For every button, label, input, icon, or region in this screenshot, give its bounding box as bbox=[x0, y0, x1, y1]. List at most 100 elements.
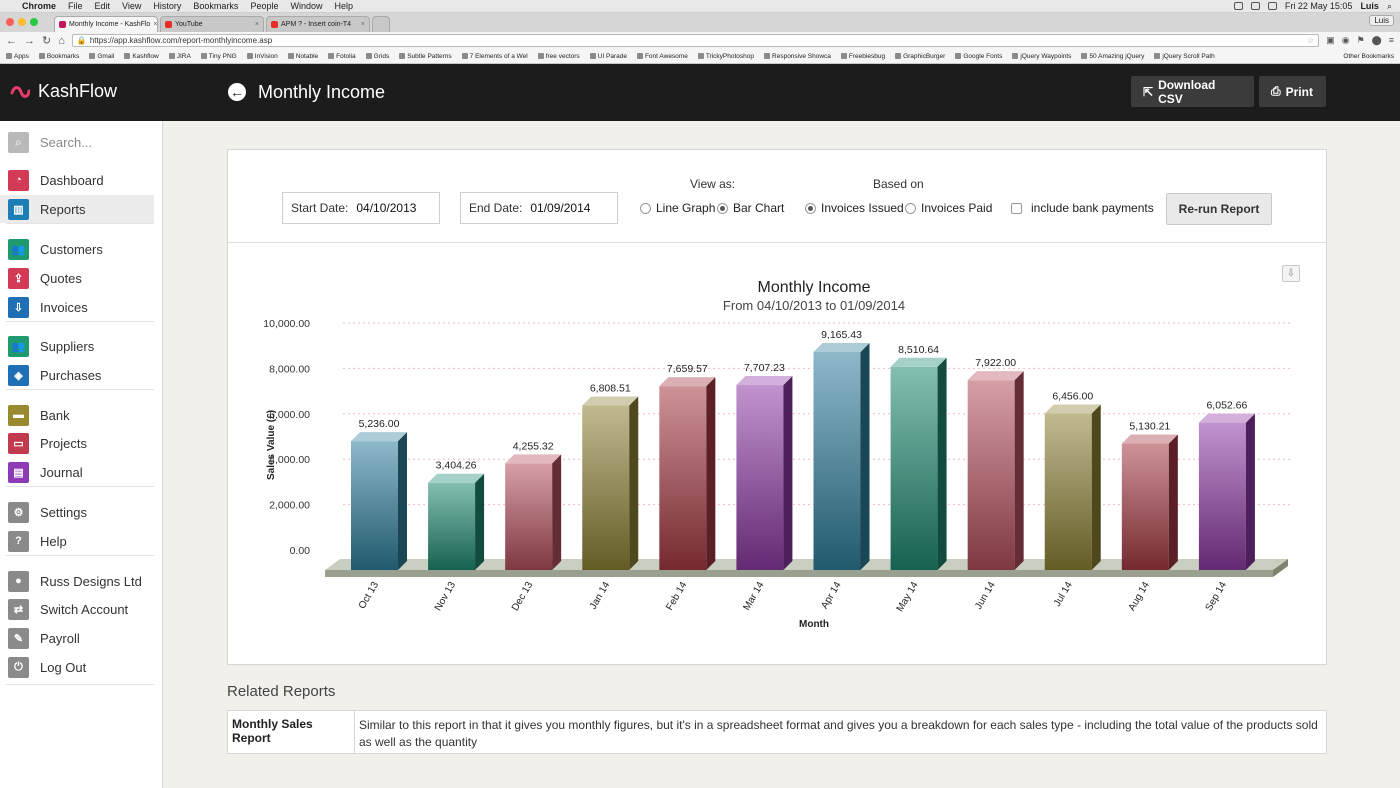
sidebar-search[interactable]: ⌕ Search... bbox=[8, 130, 154, 154]
invoices-paid-option[interactable]: Invoices Paid bbox=[905, 201, 992, 215]
bookmark-item[interactable]: InVision bbox=[246, 53, 278, 60]
extension-icon[interactable]: ⚑ bbox=[1357, 35, 1365, 46]
sidebar-item-bank[interactable]: ▬ Bank bbox=[0, 401, 154, 429]
bookmark-item[interactable]: Freebiesbug bbox=[840, 53, 885, 60]
bookmark-item[interactable]: 50 Amazing jQuery bbox=[1081, 53, 1144, 60]
address-bar[interactable]: 🔒 https://app.kashflow.com/report-monthl… bbox=[71, 34, 1320, 47]
sidebar-item-help[interactable]: ? Help bbox=[0, 527, 154, 555]
bookmark-item[interactable]: Grids bbox=[365, 53, 389, 60]
start-date-input[interactable] bbox=[356, 201, 435, 215]
sidebar-item-invoices[interactable]: ⇩ Invoices bbox=[0, 293, 154, 321]
bookmark-item[interactable]: Notable bbox=[287, 53, 318, 60]
reload-icon[interactable]: ↻ bbox=[42, 34, 51, 47]
sidebar-item-settings[interactable]: ⚙ Settings bbox=[0, 498, 154, 526]
bookmark-item[interactable]: Font Awesome bbox=[636, 53, 688, 60]
line-graph-radio[interactable] bbox=[640, 202, 651, 214]
os-menu-bookmarks[interactable]: Bookmarks bbox=[193, 1, 238, 11]
bank-payments-option[interactable]: include bank payments bbox=[1011, 201, 1154, 215]
browser-tab[interactable]: APM ? - Insert coin-T4 × bbox=[266, 16, 370, 32]
os-menu-history[interactable]: History bbox=[153, 1, 181, 11]
sidebar-item-customers[interactable]: 👥 Customers bbox=[0, 235, 154, 263]
start-date-field[interactable]: Start Date: bbox=[282, 192, 440, 224]
bar-front[interactable] bbox=[736, 385, 784, 570]
spotlight-icon[interactable]: ⌕ bbox=[1387, 1, 1392, 12]
back-arrow-icon[interactable]: ← bbox=[228, 83, 246, 101]
bookmark-item[interactable]: Apps bbox=[6, 53, 29, 60]
bar-chart-radio[interactable] bbox=[717, 202, 728, 214]
bar-front[interactable] bbox=[967, 380, 1015, 570]
bar-front[interactable] bbox=[505, 463, 553, 570]
end-date-input[interactable] bbox=[530, 201, 609, 215]
os-menu-app[interactable]: Chrome bbox=[22, 1, 56, 11]
search-input[interactable]: Search... bbox=[40, 135, 92, 150]
bank-payments-checkbox[interactable] bbox=[1011, 202, 1022, 214]
bar-front[interactable] bbox=[1044, 413, 1092, 570]
back-arrow-icon[interactable]: ← bbox=[6, 35, 17, 47]
bookmark-item[interactable]: Fotolia bbox=[328, 53, 356, 60]
extension-icon[interactable]: ▣ bbox=[1326, 35, 1335, 46]
bar-front[interactable] bbox=[1121, 443, 1169, 570]
print-button[interactable]: ⎙ Print bbox=[1259, 76, 1326, 107]
os-menu-people[interactable]: People bbox=[250, 1, 278, 11]
end-date-field[interactable]: End Date: bbox=[460, 192, 618, 224]
bar-front[interactable] bbox=[351, 441, 398, 570]
clock[interactable]: Fri 22 May 15:05 bbox=[1285, 1, 1353, 11]
sidebar-item-dashboard[interactable]: ◔ Dashboard bbox=[0, 166, 154, 194]
invoices-issued-radio[interactable] bbox=[805, 202, 816, 214]
bookmark-item[interactable]: JIRA bbox=[168, 53, 191, 60]
bookmark-item[interactable]: jQuery Waypoints bbox=[1012, 53, 1071, 60]
sidebar-item-russ-designs-ltd[interactable]: ● Russ Designs Ltd bbox=[0, 567, 154, 595]
bookmark-item[interactable]: Google Fonts bbox=[955, 53, 1002, 60]
line-graph-option[interactable]: Line Graph bbox=[640, 201, 715, 215]
bookmark-item[interactable]: Bookmarks bbox=[38, 53, 79, 60]
browser-tab[interactable]: Monthly Income - KashFlo × bbox=[54, 16, 158, 32]
sidebar-item-quotes[interactable]: ⇪ Quotes bbox=[0, 264, 154, 292]
extension-icon[interactable]: ⬤ bbox=[1372, 35, 1382, 46]
os-menu-view[interactable]: View bbox=[122, 1, 141, 11]
bookmark-item[interactable]: UI Parade bbox=[589, 53, 627, 60]
sidebar-item-reports[interactable]: ▥ Reports bbox=[0, 195, 154, 223]
home-icon[interactable]: ⌂ bbox=[58, 35, 65, 47]
sidebar-item-payroll[interactable]: ✎ Payroll bbox=[0, 624, 154, 652]
wifi-icon[interactable] bbox=[1267, 2, 1277, 10]
minimize-window-button[interactable] bbox=[18, 18, 26, 26]
zoom-window-button[interactable] bbox=[30, 18, 38, 26]
bookmark-item[interactable]: 7 Elements of a Wel bbox=[461, 53, 528, 60]
bookmark-item[interactable]: Responsive Showca bbox=[764, 53, 831, 60]
bookmark-item[interactable]: Tiny PNG bbox=[200, 53, 237, 60]
bookmark-item[interactable]: GraphicBurger bbox=[895, 53, 945, 60]
rerun-report-button[interactable]: Re-run Report bbox=[1166, 193, 1272, 225]
os-menu-help[interactable]: Help bbox=[334, 1, 353, 11]
close-tab-icon[interactable]: × bbox=[361, 21, 365, 28]
browser-tab[interactable]: YouTube × bbox=[160, 16, 264, 32]
bar-front[interactable] bbox=[659, 386, 707, 570]
sidebar-item-projects[interactable]: ▭ Projects bbox=[0, 429, 154, 457]
close-tab-icon[interactable]: × bbox=[255, 21, 259, 28]
close-tab-icon[interactable]: × bbox=[153, 21, 157, 28]
battery-icon[interactable] bbox=[1250, 2, 1260, 10]
sidebar-item-switch-account[interactable]: ⇄ Switch Account bbox=[0, 595, 154, 623]
dropbox-icon[interactable] bbox=[1233, 2, 1243, 10]
os-menu-window[interactable]: Window bbox=[290, 1, 322, 11]
profile-button[interactable]: Luis bbox=[1369, 15, 1394, 26]
bookmark-item[interactable]: free vectors bbox=[537, 53, 580, 60]
bar-front[interactable] bbox=[890, 366, 938, 570]
bookmark-item[interactable]: TrickyPhotoshop bbox=[697, 53, 754, 60]
bookmark-item[interactable]: Kashflow bbox=[124, 53, 159, 60]
bar-front[interactable] bbox=[428, 482, 476, 570]
bookmark-item[interactable]: Gmail bbox=[89, 53, 114, 60]
invoices-paid-radio[interactable] bbox=[905, 202, 916, 214]
sidebar-item-purchases[interactable]: ◈ Purchases bbox=[0, 361, 154, 389]
bookmark-item[interactable]: jQuery Scroll Path bbox=[1154, 53, 1215, 60]
menu-icon[interactable]: ≡ bbox=[1389, 35, 1394, 46]
bar-front[interactable] bbox=[1198, 422, 1246, 570]
bar-chart-option[interactable]: Bar Chart bbox=[717, 201, 784, 215]
extension-icon[interactable]: ◉ bbox=[1342, 35, 1350, 46]
other-bookmarks[interactable]: Other Bookmarks bbox=[1343, 53, 1394, 60]
bar-front[interactable] bbox=[582, 405, 630, 570]
close-window-button[interactable] bbox=[6, 18, 14, 26]
bookmark-item[interactable]: Subtle Patterns bbox=[399, 53, 452, 60]
forward-arrow-icon[interactable]: → bbox=[24, 35, 35, 47]
bar-front[interactable] bbox=[813, 351, 861, 570]
os-menu-file[interactable]: File bbox=[68, 1, 83, 11]
